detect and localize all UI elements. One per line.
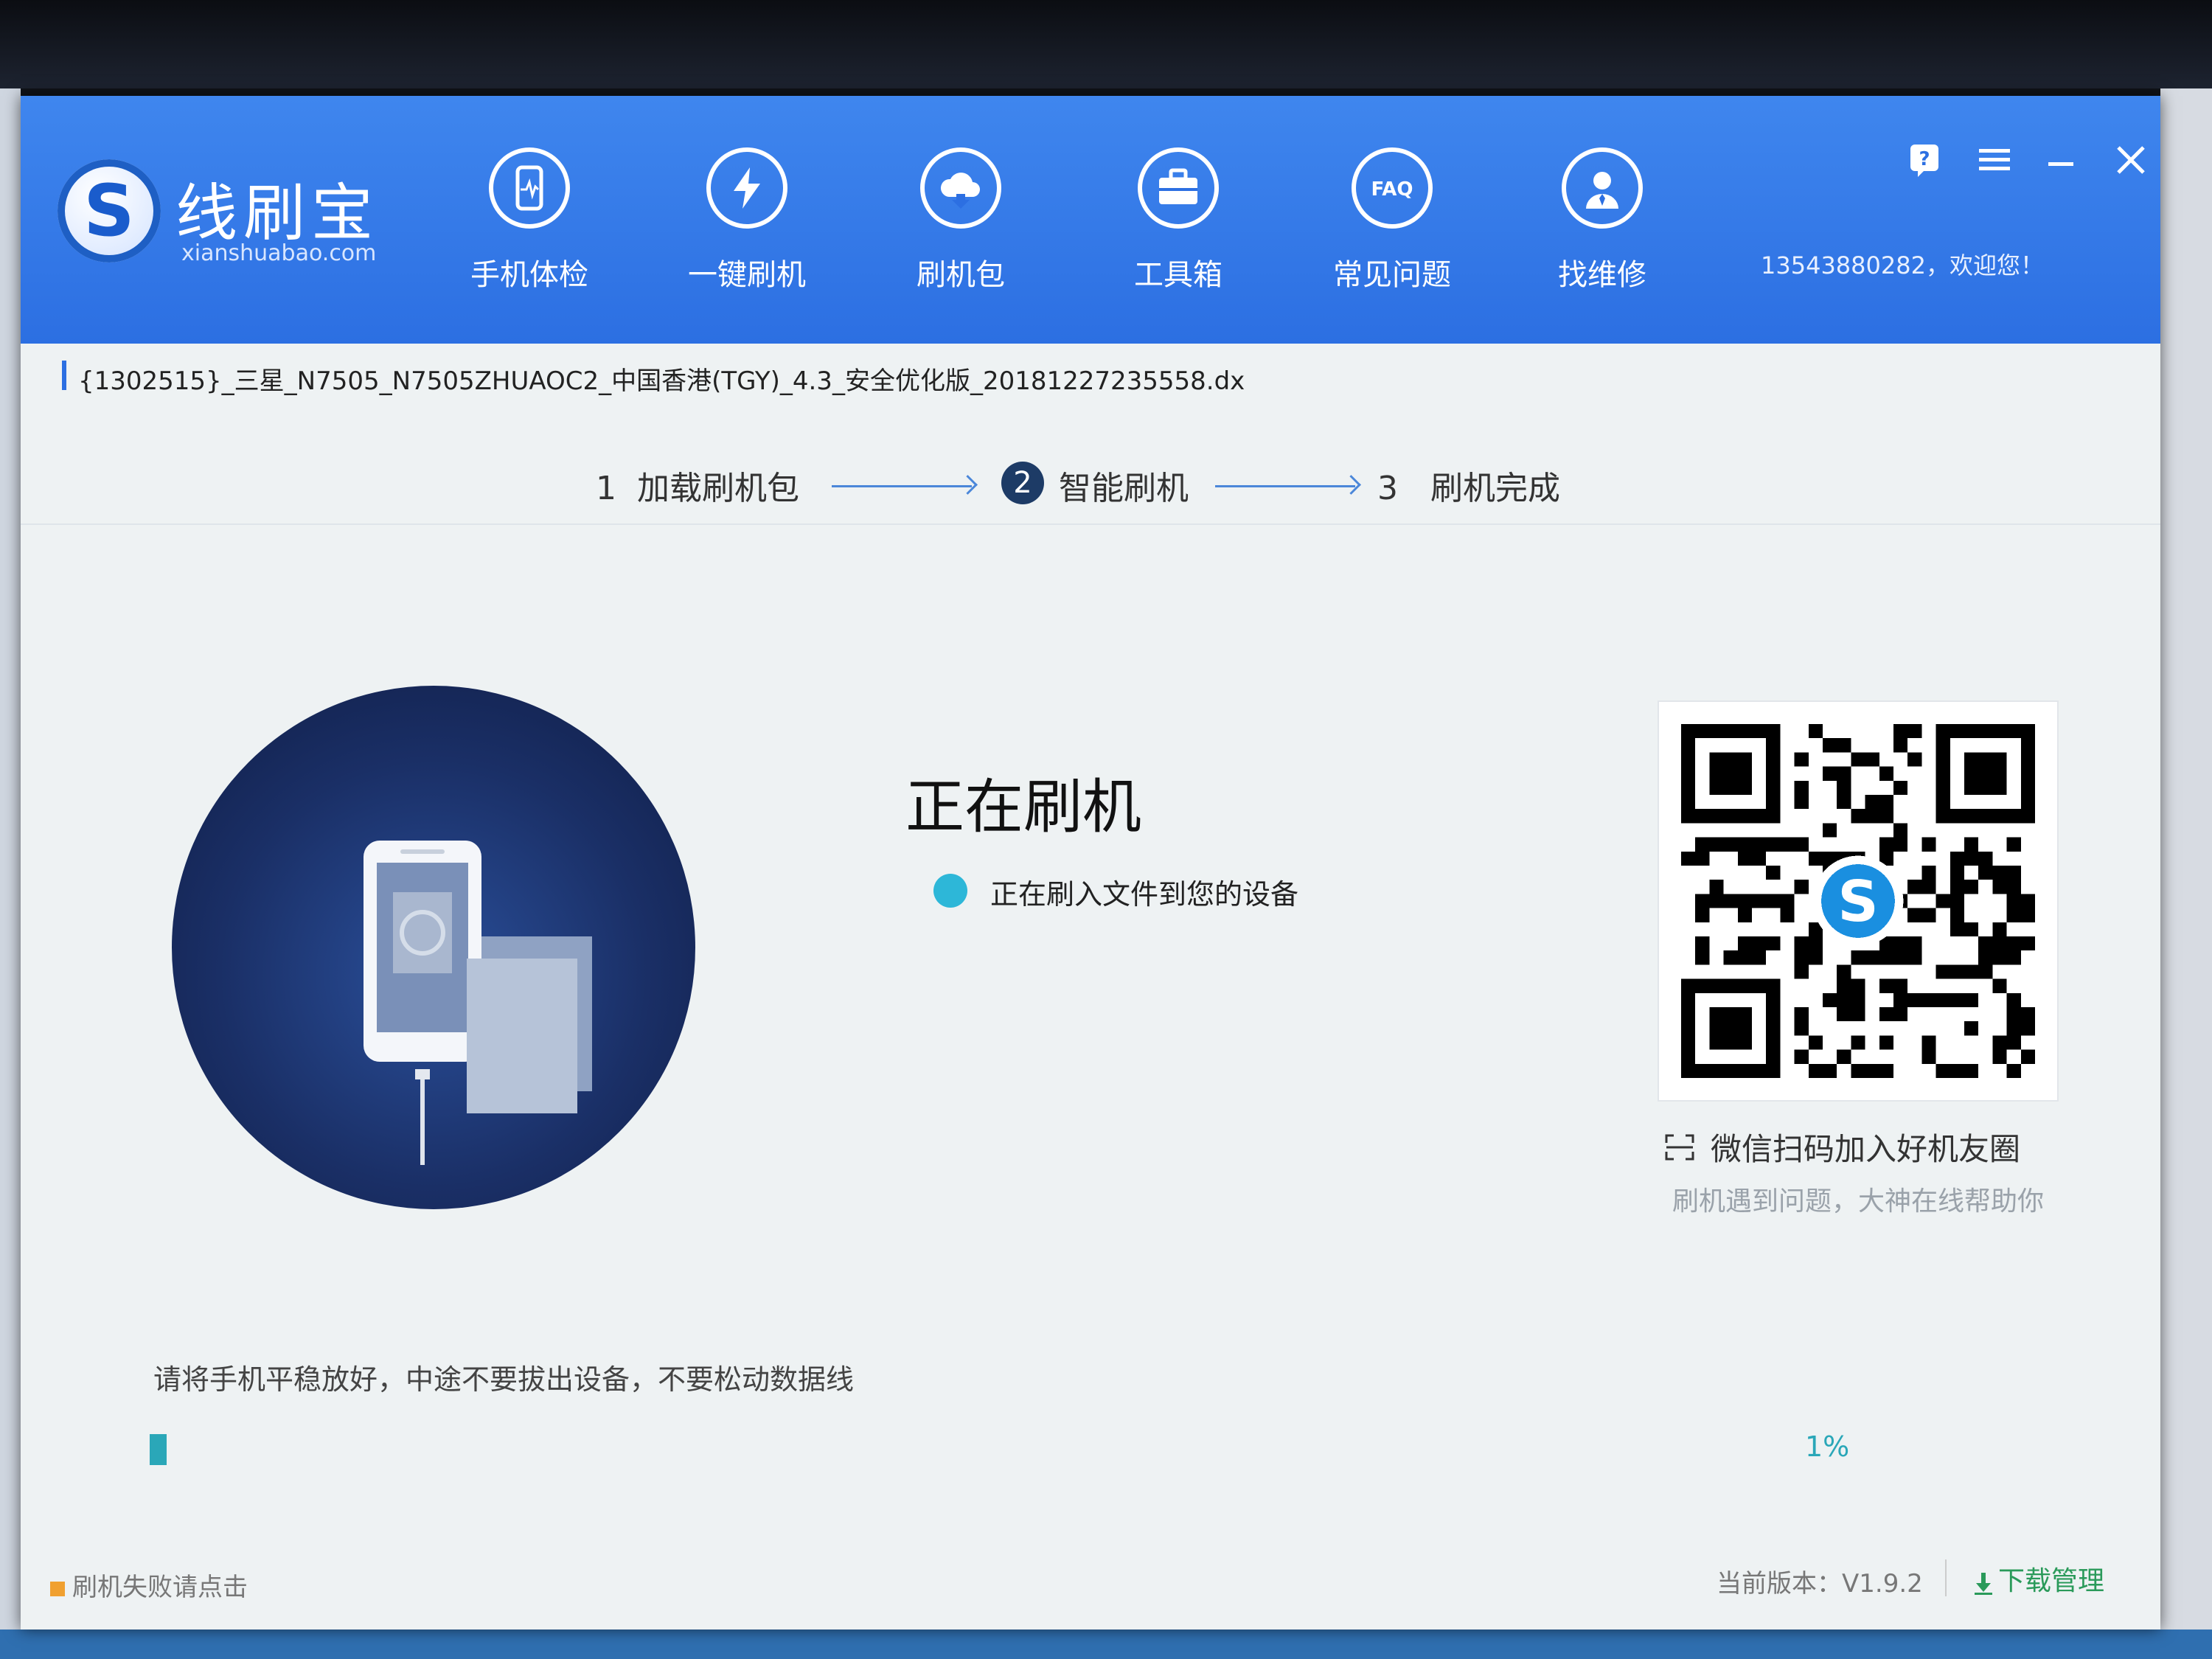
nav-repair[interactable]: 找维修	[1521, 140, 1691, 332]
step-1: 1 加载刷机包	[596, 462, 799, 509]
steps-divider	[21, 524, 2160, 525]
app-subtitle: xianshuabao.com	[181, 240, 377, 266]
app-title: 线刷宝	[175, 177, 380, 249]
close-icon[interactable]	[2111, 140, 2151, 180]
app-logo: S 线刷宝 xianshuabao.com	[58, 159, 419, 299]
step-3: 3 刷机完成	[1377, 462, 1560, 509]
cloud-download-icon	[920, 147, 1001, 229]
nav-label: 刷机包	[917, 258, 1005, 292]
logo-letter: S	[83, 170, 135, 252]
step-label: 智能刷机	[1059, 470, 1189, 507]
lightning-icon	[706, 147, 787, 229]
progress-fill	[150, 1434, 167, 1465]
flashing-phone-illustration	[172, 686, 695, 1209]
qr-caption: 微信扫码加入好机友圈	[1711, 1131, 2021, 1167]
rom-file-name: {1302515}_三星_N7505_N7505ZHUAOC2_中国香港(TGY…	[78, 366, 1245, 396]
flash-fail-link[interactable]: 刷机失败请点击	[50, 1567, 248, 1603]
desktop-left-edge	[0, 88, 21, 1659]
app-version: 当前版本：V1.9.2	[1717, 1569, 1923, 1599]
download-label: 下载管理	[1998, 1566, 2105, 1596]
desktop-right-edge	[2160, 88, 2212, 1659]
flash-progress-bar	[150, 1434, 1868, 1465]
nav-label: 一键刷机	[688, 258, 806, 292]
footer-divider	[1945, 1559, 1947, 1596]
toolbox-icon	[1138, 147, 1219, 229]
app-window: S 线刷宝 xianshuabao.com 手机体检 一键刷机 刷机包 工具箱 …	[21, 96, 2160, 1630]
svg-text:?: ?	[1919, 148, 1930, 170]
faq-icon: FAQ	[1352, 147, 1433, 229]
qr-subcaption: 刷机遇到问题，大神在线帮助你	[1672, 1186, 2045, 1217]
download-icon	[1975, 1571, 1992, 1595]
status-detail: 正在刷入文件到您的设备	[990, 878, 1299, 911]
qr-center-logo: S	[1837, 869, 1878, 935]
wechat-qr-code: S	[1658, 700, 2059, 1102]
nav-label: 找维修	[1558, 258, 1646, 292]
minimize-icon[interactable]	[2041, 140, 2081, 180]
header-bar: S 线刷宝 xianshuabao.com 手机体检 一键刷机 刷机包 工具箱 …	[21, 96, 2160, 344]
menu-icon[interactable]	[1975, 140, 2014, 180]
nav-rom-package[interactable]: 刷机包	[880, 140, 1049, 332]
welcome-user[interactable]: 13543880282，欢迎您！	[1761, 247, 2044, 281]
phone-check-icon	[489, 147, 570, 229]
taskbar[interactable]	[0, 1630, 2212, 1659]
scan-icon	[1665, 1134, 1694, 1161]
step-number: 3	[1377, 470, 1398, 507]
step-arrow	[1215, 485, 1355, 487]
nav-faq[interactable]: FAQ 常见问题	[1311, 140, 1481, 332]
help-icon[interactable]: ?	[1905, 140, 1944, 180]
step-label: 加载刷机包	[637, 470, 799, 507]
nav-one-click-flash[interactable]: 一键刷机	[666, 140, 835, 332]
nav-label: 工具箱	[1134, 258, 1222, 292]
progress-percent: 1%	[1805, 1430, 1850, 1463]
step-label: 刷机完成	[1430, 470, 1560, 507]
file-bar-marker	[62, 361, 66, 390]
repair-person-icon	[1562, 147, 1643, 229]
nav-phone-check[interactable]: 手机体检	[448, 140, 618, 332]
nav-label: 手机体检	[470, 258, 588, 292]
flash-notice: 请将手机平稳放好，中途不要拔出设备，不要松动数据线	[153, 1363, 855, 1396]
flash-steps: 1 加载刷机包 2 智能刷机 3 刷机完成	[21, 442, 2160, 524]
step-2-number: 2	[1001, 462, 1044, 504]
nav-toolbox[interactable]: 工具箱	[1097, 140, 1267, 332]
desktop-background	[0, 0, 2212, 88]
step-arrow	[832, 485, 972, 487]
download-manager-button[interactable]: 下载管理	[1975, 1559, 2104, 1598]
nav-label: 常见问题	[1333, 258, 1451, 292]
step-number: 1	[596, 470, 616, 507]
step-2: 智能刷机	[1059, 462, 1189, 509]
faq-icon-text: FAQ	[1371, 178, 1413, 201]
warning-icon	[50, 1581, 65, 1596]
status-title: 正在刷机	[905, 773, 1141, 841]
flash-fail-text: 刷机失败请点击	[72, 1573, 248, 1602]
status-indicator-dot	[933, 874, 967, 908]
